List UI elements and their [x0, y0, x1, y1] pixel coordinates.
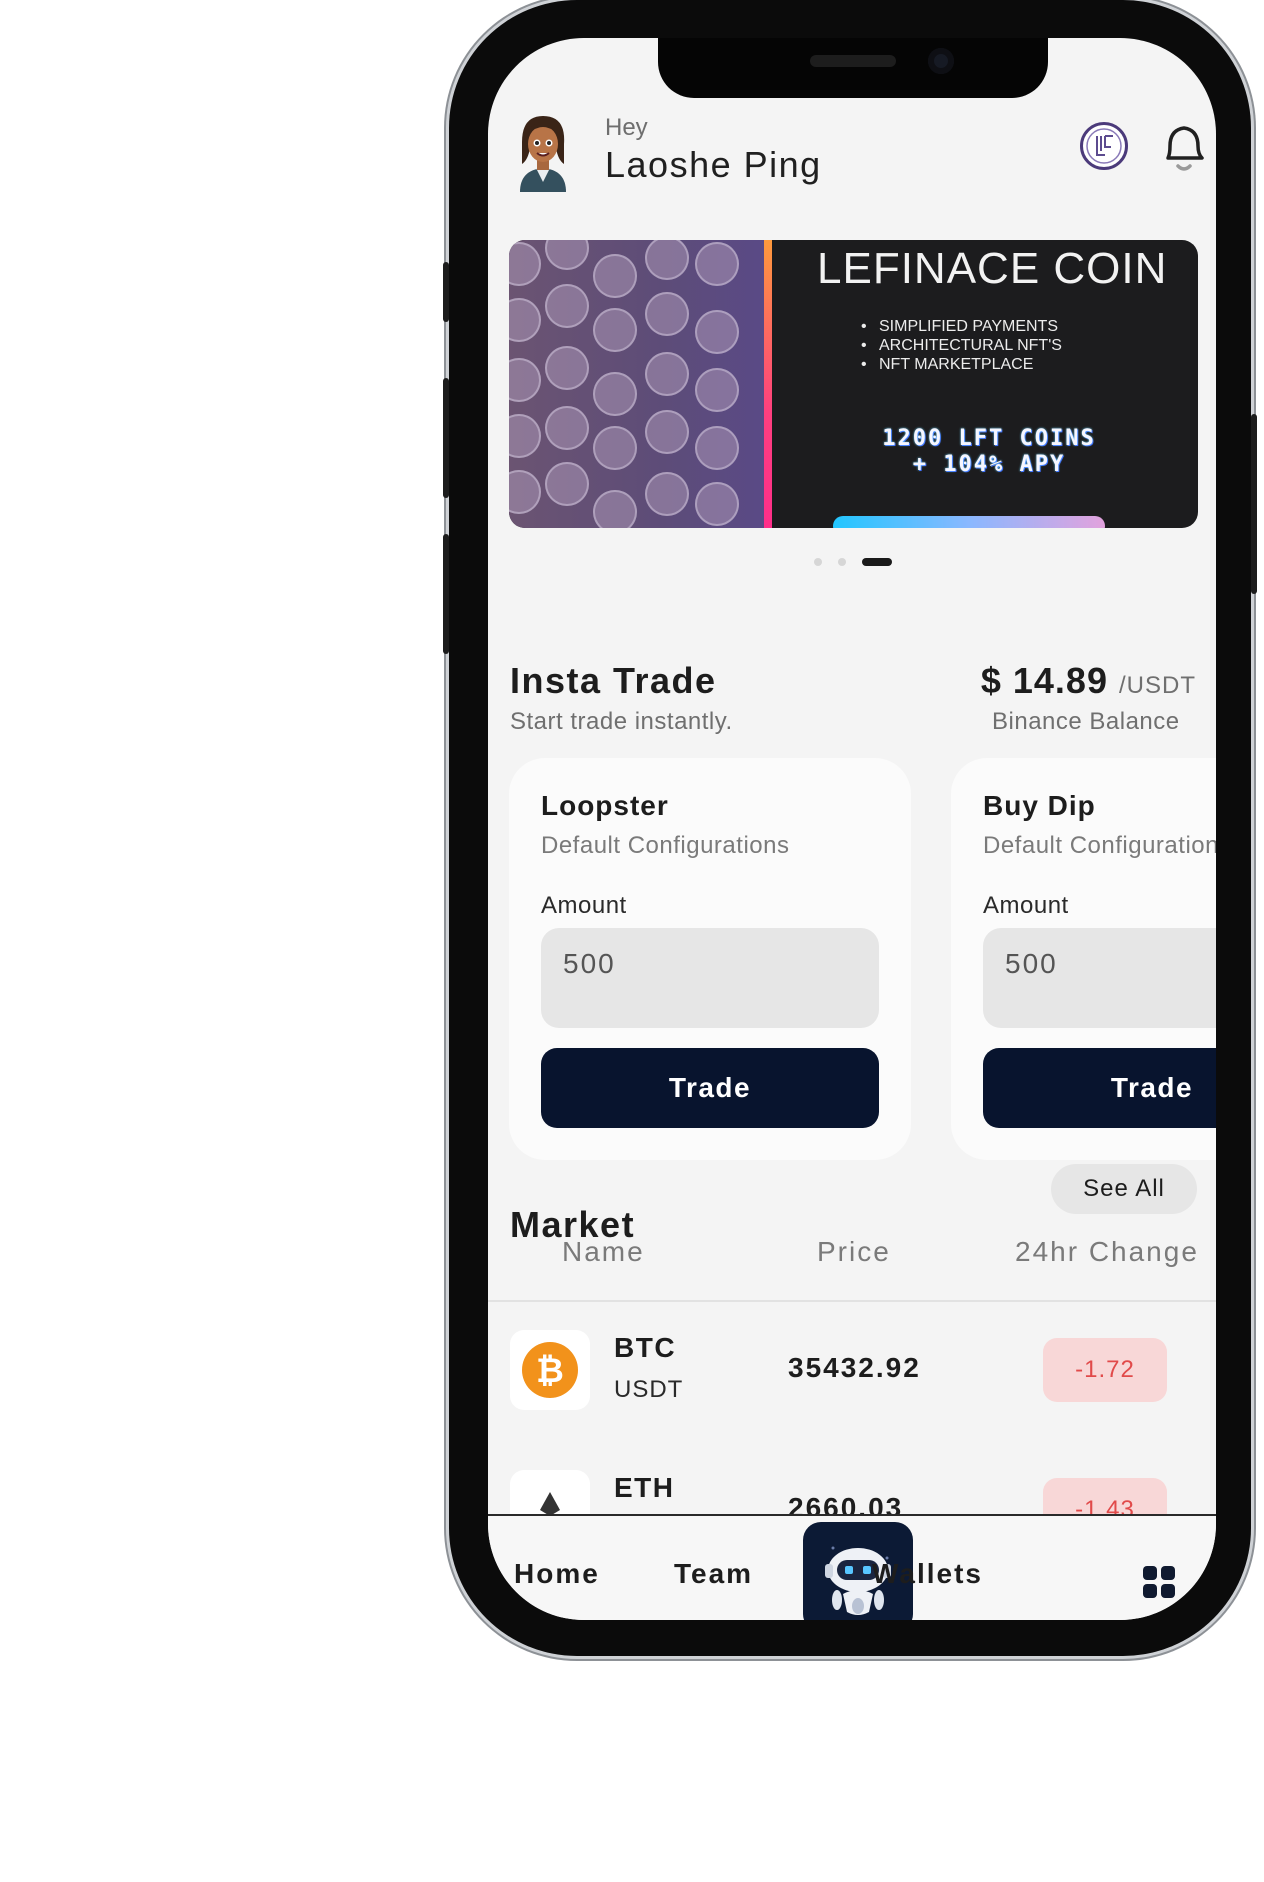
coin-price: 35432.92	[788, 1352, 921, 1383]
insta-trade-title: Insta Trade	[510, 660, 717, 701]
divider	[488, 1300, 1216, 1302]
avatar[interactable]	[510, 112, 576, 194]
coin-pattern	[509, 240, 764, 528]
nav-team[interactable]: Team	[674, 1558, 753, 1590]
carousel-dot[interactable]	[838, 558, 846, 566]
notification-bell-icon[interactable]	[1160, 120, 1208, 176]
amount-input[interactable]: 500	[983, 928, 1216, 1028]
card-title: Loopster	[541, 790, 669, 821]
carousel-indicator	[488, 558, 1216, 570]
banner-website-pill	[833, 516, 1105, 528]
btc-icon-tile: ₿	[510, 1330, 590, 1410]
nav-home[interactable]: Home	[514, 1558, 600, 1590]
trade-card-buy-dip: Buy Dip Default Configurations Amount 50…	[951, 758, 1216, 1160]
nav-wallets[interactable]: Wallets	[872, 1558, 983, 1590]
column-header-name: Name	[562, 1236, 645, 1267]
card-title: Buy Dip	[983, 790, 1096, 821]
change-badge: -1.72	[1043, 1338, 1167, 1402]
greeting-text: Hey	[605, 114, 648, 141]
volume-up-button	[443, 378, 449, 498]
amount-label: Amount	[541, 892, 627, 919]
balance-amount: $ 14.89	[980, 660, 1108, 701]
carousel-dot[interactable]	[814, 558, 822, 566]
balance-unit: /USDT	[1119, 672, 1196, 699]
card-subtitle: Default Configurations	[541, 832, 790, 859]
banner-feature: ARCHITECTURAL NFT'S	[861, 337, 1062, 355]
banner-feature: NFT MARKETPLACE	[861, 356, 1033, 374]
notch	[658, 38, 1048, 98]
coin-quote: USDT	[614, 1376, 684, 1403]
amount-label: Amount	[983, 892, 1069, 919]
menu-grid-icon[interactable]	[1143, 1566, 1177, 1600]
bitcoin-icon: ₿	[522, 1342, 578, 1398]
volume-down-button	[443, 534, 449, 654]
see-all-button[interactable]: See All	[1051, 1164, 1197, 1214]
binance-balance-value: $ 14.89 /USDT	[981, 660, 1196, 702]
banner-feature: SIMPLIFIED PAYMENTS	[861, 318, 1058, 336]
power-button	[1251, 414, 1257, 594]
coin-symbol: ETH	[614, 1472, 675, 1503]
trade-card-loopster: Loopster Default Configurations Amount 5…	[509, 758, 911, 1160]
promo-banner[interactable]: LEFINACE COIN SIMPLIFIED PAYMENTS ARCHIT…	[509, 240, 1198, 528]
lefinace-logo-button[interactable]	[1080, 122, 1128, 170]
gradient-divider	[764, 240, 772, 528]
column-header-price: Price	[817, 1236, 891, 1267]
banner-title: LEFINACE COIN	[817, 244, 1168, 293]
column-header-change: 24hr Change	[1015, 1236, 1199, 1267]
svg-text:₿: ₿	[536, 1351, 564, 1391]
trade-button[interactable]: Trade	[983, 1048, 1216, 1128]
insta-trade-subtitle: Start trade instantly.	[510, 708, 733, 735]
user-name: Laoshe Ping	[605, 144, 822, 185]
banner-promo-coins: 1200 LFT COINS	[882, 426, 1096, 451]
mute-switch	[443, 262, 449, 322]
trade-button[interactable]: Trade	[541, 1048, 879, 1128]
app-screen: Hey Laoshe Ping LEFINACE COIN S	[488, 38, 1216, 1620]
lf-logo-icon	[1086, 128, 1122, 164]
front-camera	[928, 48, 954, 74]
banner-promo-apy: + 104% APY	[912, 452, 1066, 477]
carousel-dot-active[interactable]	[862, 558, 892, 566]
coin-symbol: BTC	[614, 1332, 677, 1363]
speaker-grille	[810, 55, 896, 67]
card-subtitle: Default Configurations	[983, 832, 1216, 859]
binance-balance-label: Binance Balance	[992, 708, 1180, 735]
amount-input[interactable]: 500	[541, 928, 879, 1028]
